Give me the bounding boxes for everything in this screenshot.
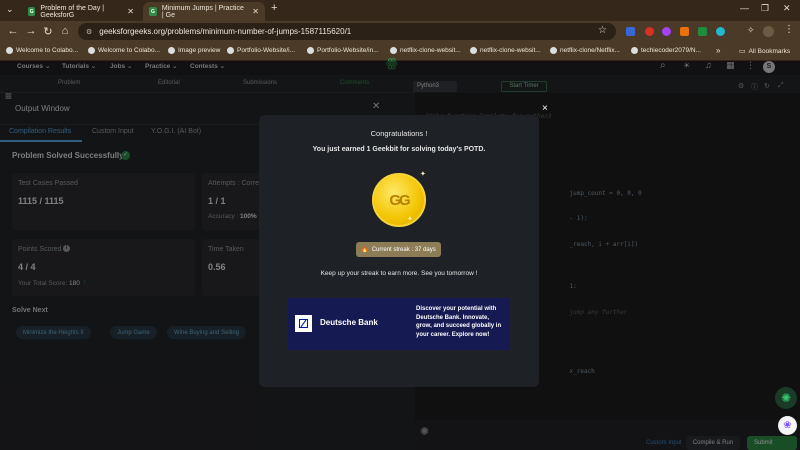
reload-icon[interactable]: ↻: [41, 25, 55, 38]
more-bookmarks-button[interactable]: »: [716, 46, 720, 55]
browser-tab-strip: ⌄ G Problem of the Day | GeeksforG ✕ G M…: [0, 0, 800, 21]
profile-avatar[interactable]: [763, 26, 774, 37]
geekbit-coin-icon: GG: [372, 173, 426, 227]
sparkle-icon: ✦: [420, 171, 426, 178]
minimize-icon[interactable]: —: [740, 3, 749, 13]
tab-search-icon[interactable]: ⌄: [6, 4, 14, 15]
forward-icon[interactable]: →: [24, 25, 38, 37]
deutsche-bank-ad[interactable]: Deutsche Bank Discover your potential wi…: [288, 298, 510, 350]
browser-toolbar: ← → ↻ ⌂ ⚙ geeksforgeeks.org/problems/min…: [0, 21, 800, 43]
site-info-icon[interactable]: ⚙: [86, 28, 92, 36]
tab-minimum-jumps[interactable]: G Minimum Jumps | Practice | Ge ✕: [143, 2, 265, 21]
ai-assistant-icon[interactable]: ✺: [775, 387, 797, 409]
github-icon: [470, 47, 477, 54]
extension-icon[interactable]: [716, 27, 725, 36]
fire-icon: 🔥: [361, 247, 369, 253]
gfg-favicon-icon: G: [149, 7, 157, 16]
extension-icon[interactable]: [645, 27, 654, 36]
bookmark-star-icon[interactable]: ☆: [598, 25, 607, 36]
menu-kebab-icon[interactable]: ⋮: [784, 24, 794, 35]
coin-logo: GG: [389, 191, 410, 209]
modal-subtitle: You just earned 1 Geekbit for solving to…: [312, 146, 486, 153]
bookmarks-bar: Welcome to Colabo... Welcome to Colabo..…: [0, 43, 800, 61]
extension-icon[interactable]: [626, 27, 635, 36]
bookmark-favicon-icon: [6, 47, 13, 54]
back-icon[interactable]: ←: [6, 25, 20, 37]
github-icon: [390, 47, 397, 54]
bookmark-item[interactable]: Portfolio-Website/i...: [227, 47, 295, 54]
window-close-icon[interactable]: ✕: [783, 3, 791, 14]
streak-text: Current streak : 37 days: [371, 246, 436, 253]
extension-icon[interactable]: [680, 27, 689, 36]
bookmark-item[interactable]: netflix-clone-websit...: [470, 47, 541, 54]
extensions-puzzle-icon[interactable]: ✧: [747, 25, 755, 36]
bookmark-item[interactable]: netflix-clone/Netflix...: [550, 47, 620, 54]
modal-close-button[interactable]: ×: [542, 103, 548, 114]
tab-title: Minimum Jumps | Practice | Ge: [161, 4, 244, 19]
extension-icon[interactable]: [698, 27, 707, 36]
modal-title: Congratulations !: [370, 129, 428, 138]
github-icon: [307, 47, 314, 54]
all-bookmarks-button[interactable]: ▭ All Bookmarks: [739, 47, 790, 56]
folder-icon: ▭: [739, 48, 746, 55]
bookmark-item[interactable]: Welcome to Colabo...: [88, 47, 160, 54]
tab-problem-of-the-day[interactable]: G Problem of the Day | GeeksforG ✕: [22, 2, 140, 21]
sparkle-icon: ✦: [407, 216, 413, 223]
github-icon: [550, 47, 557, 54]
keep-streak-text: Keep up your streak to earn more. See yo…: [320, 270, 478, 277]
bookmark-favicon-icon: [168, 47, 175, 54]
address-bar[interactable]: ⚙ geeksforgeeks.org/problems/minimum-num…: [78, 23, 616, 40]
github-icon: [227, 47, 234, 54]
streak-badge: 🔥 Current streak : 37 days: [356, 242, 441, 257]
gfg-favicon-icon: G: [28, 7, 36, 16]
github-icon: [631, 47, 638, 54]
extension-icon[interactable]: [662, 27, 671, 36]
brain-widget-icon[interactable]: ❀: [778, 416, 797, 435]
bookmark-item[interactable]: netflix-clone-websit...: [390, 47, 461, 54]
new-tab-button[interactable]: +: [271, 2, 277, 14]
close-icon[interactable]: ✕: [127, 7, 134, 16]
ad-brand-name: Deutsche Bank: [320, 318, 378, 327]
tab-title: Problem of the Day | GeeksforG: [40, 4, 105, 19]
bookmark-item[interactable]: Welcome to Colabo...: [6, 47, 78, 54]
bookmark-item[interactable]: Portfolio-Website/in...: [307, 47, 379, 54]
bookmark-item[interactable]: techiecoder2079/N...: [631, 47, 701, 54]
deutsche-bank-slash-icon: [299, 319, 308, 328]
ad-text: Discover your potential with Deutsche Ba…: [416, 306, 502, 338]
home-icon[interactable]: ⌂: [58, 25, 72, 37]
url-text: geeksforgeeks.org/problems/minimum-numbe…: [99, 27, 352, 36]
close-icon[interactable]: ✕: [252, 7, 259, 16]
maximize-icon[interactable]: ❐: [761, 3, 769, 14]
bookmark-item[interactable]: Image preview: [168, 47, 220, 54]
congrats-modal: Congratulations ! You just earned 1 Geek…: [259, 115, 539, 387]
bookmark-favicon-icon: [88, 47, 95, 54]
